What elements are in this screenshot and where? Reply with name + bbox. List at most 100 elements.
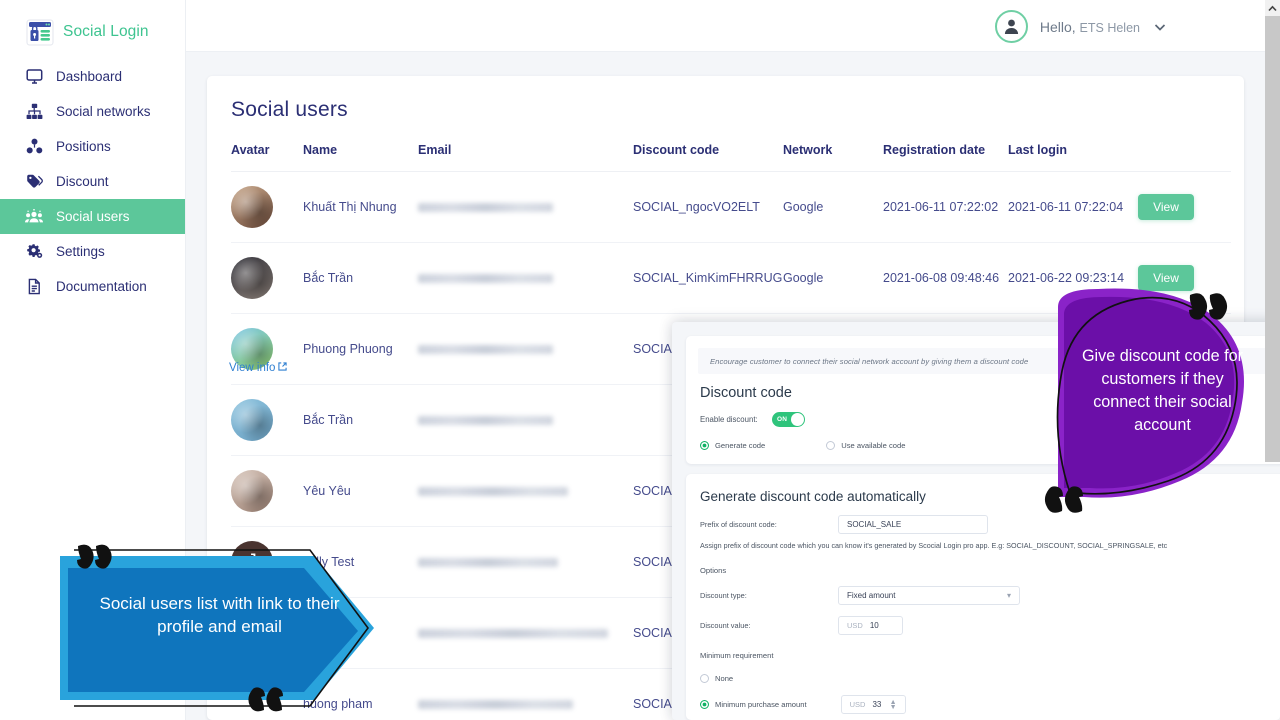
prefix-help-text: Assign prefix of discount code which you… [700, 541, 1168, 550]
cell-network: Google [783, 242, 883, 314]
view-info-label: View info [229, 362, 276, 374]
sidebar-nav: Dashboard Social networks Positions Disc… [0, 59, 185, 304]
cell-email [418, 455, 633, 527]
nodes-icon [25, 138, 43, 156]
cell-avatar: View info [229, 313, 303, 385]
sidebar-item-social-users[interactable]: Social users [0, 199, 185, 234]
radio-minimum-purchase-label: Minimum purchase amount [715, 700, 807, 709]
cell-network: Google [783, 171, 883, 243]
avatar[interactable] [231, 257, 273, 299]
view-button[interactable]: View [1138, 194, 1194, 220]
minimum-none-row: None [686, 674, 1280, 683]
column-header-last-login: Last login [1008, 143, 1138, 172]
external-link-icon [278, 362, 288, 374]
discount-type-label: Discount type: [700, 591, 747, 600]
vertical-scrollbar[interactable] [1265, 0, 1280, 462]
cell-discount-code: SOCIAL_ngocVO2ELT [633, 171, 783, 243]
gears-icon [25, 243, 43, 261]
enable-discount-label: Enable discount: [700, 415, 758, 424]
radio-minimum-none-label: None [715, 674, 734, 683]
cell-name: Bắc Trần [303, 384, 418, 456]
view-info-link[interactable]: View info [229, 362, 288, 374]
table-row[interactable]: Khuất Thị Nhung SOCIAL_ngocVO2ELT Google 20… [231, 171, 1231, 243]
sidebar-item-label: Social networks [56, 104, 151, 119]
discount-type-value: Fixed amount [847, 591, 896, 600]
column-header-discount-code: Discount code [633, 143, 783, 172]
cell-discount-code: SOCIAL_KimKimFHRRUG [633, 242, 783, 314]
toggle-state-label: ON [777, 416, 788, 423]
email-redacted [418, 273, 553, 283]
email-redacted [418, 202, 553, 212]
stepper-arrows-icon[interactable]: ▲ ▼ [890, 699, 897, 711]
column-header-name: Name [303, 143, 418, 172]
sidebar-item-positions[interactable]: Positions [0, 129, 185, 164]
monitor-icon [25, 68, 43, 86]
cell-email [418, 384, 633, 456]
minimum-purchase-unit: USD [849, 700, 866, 709]
radio-minimum-purchase[interactable] [700, 700, 709, 709]
callout-purple: Give discount code for customers if they… [1040, 283, 1280, 518]
scrollbar-thumb[interactable] [1265, 16, 1280, 462]
enable-discount-toggle[interactable]: ON [772, 412, 805, 427]
avatar[interactable] [231, 186, 273, 228]
prefix-input[interactable]: SOCIAL_SALE [838, 515, 988, 534]
sidebar-item-settings[interactable]: Settings [0, 234, 185, 269]
sidebar-item-label: Settings [56, 244, 105, 259]
chevron-down-icon: ▾ [1006, 591, 1011, 600]
column-header-registration-date: Registration date [883, 143, 1008, 172]
sidebar-item-documentation[interactable]: Documentation [0, 269, 185, 304]
email-redacted [418, 557, 558, 567]
avatar-image [231, 257, 273, 299]
scroll-up-arrow-icon[interactable] [1265, 0, 1280, 16]
avatar[interactable] [231, 399, 273, 441]
cell-actions: View [1138, 171, 1231, 243]
discount-value-input[interactable]: USD 10 [838, 616, 903, 635]
cell-avatar [231, 171, 303, 243]
cell-email [418, 313, 633, 385]
cell-email [418, 668, 633, 720]
discount-type-select[interactable]: Fixed amount ▾ [838, 586, 1020, 605]
cell-registration-date: 2021-06-08 09:48:46 [883, 242, 1008, 314]
sidebar-item-label: Dashboard [56, 69, 123, 84]
column-header-network: Network [783, 143, 883, 172]
table-header-row: Avatar Name Email Discount code Network … [231, 143, 1231, 172]
options-label: Options [700, 566, 727, 575]
toggle-knob [791, 413, 804, 426]
email-redacted [418, 628, 608, 638]
discount-type-row: Discount type: Fixed amount ▾ [686, 586, 1280, 605]
avatar[interactable] [231, 470, 273, 512]
minimum-purchase-input[interactable]: USD 33 ▲ ▼ [840, 695, 906, 714]
discount-value-amount: 10 [869, 621, 879, 630]
sidebar-item-dashboard[interactable]: Dashboard [0, 59, 185, 94]
app-logo[interactable]: Social Login [0, 0, 185, 52]
avatar-image [231, 399, 273, 441]
cell-avatar [231, 242, 303, 314]
sidebar-item-discount[interactable]: Discount [0, 164, 185, 199]
sidebar-item-social-networks[interactable]: Social networks [0, 94, 185, 129]
sitemap-icon [25, 103, 43, 121]
minimum-purchase-amount: 33 [872, 700, 882, 709]
user-avatar-icon [994, 10, 1028, 43]
users-icon [25, 208, 43, 226]
radio-minimum-none[interactable] [700, 674, 709, 683]
page-title: Social users [231, 98, 348, 121]
cell-name: Phuong Phuong [303, 313, 418, 385]
avatar-image [231, 186, 273, 228]
user-name: ETS Helen [1079, 20, 1140, 35]
cell-avatar [231, 455, 303, 527]
radio-use-available-code[interactable] [826, 441, 836, 450]
cell-avatar [231, 384, 303, 456]
cell-email [418, 597, 633, 669]
minimum-requirement-label: Minimum requirement [700, 651, 774, 660]
callout-blue-text: Social users list with link to their pro… [99, 594, 340, 637]
app-logo-label: Social Login [63, 23, 149, 40]
sidebar-item-label: Social users [56, 209, 130, 224]
chevron-down-icon[interactable] [1152, 19, 1168, 35]
cell-last-login: 2021-06-11 07:22:04 [1008, 171, 1138, 243]
column-header-email: Email [418, 143, 633, 172]
sidebar-item-label: Discount [56, 174, 109, 189]
cell-name: Yêu Yêu [303, 455, 418, 527]
column-header-avatar: Avatar [231, 143, 303, 172]
radio-generate-code[interactable] [700, 441, 709, 450]
user-menu[interactable]: Hello, ETS Helen [994, 10, 1168, 43]
